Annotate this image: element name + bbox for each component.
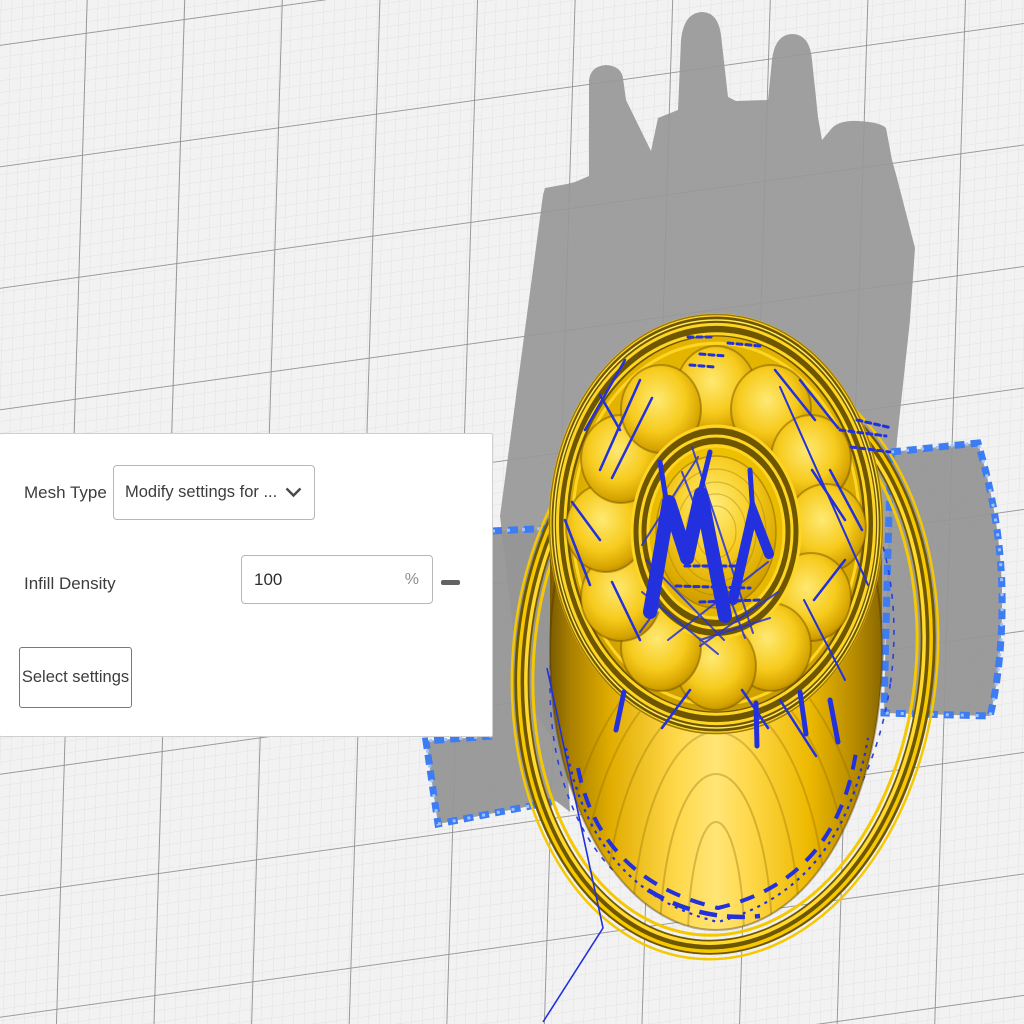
infill-density-label: Infill Density	[24, 574, 116, 594]
infill-density-value: 100	[242, 570, 405, 590]
infill-density-unit: %	[405, 571, 432, 589]
chevron-down-icon	[285, 487, 302, 498]
mesh-type-label: Mesh Type	[24, 483, 107, 503]
3d-viewport[interactable]: Mesh Type Modify settings for ... Infill…	[0, 0, 1024, 1024]
mesh-type-value: Modify settings for ...	[114, 483, 281, 502]
remove-setting-button[interactable]	[437, 569, 463, 595]
per-model-settings-panel: Mesh Type Modify settings for ... Infill…	[0, 433, 493, 737]
minus-icon	[441, 580, 460, 585]
top-surface	[550, 315, 883, 734]
infill-density-field[interactable]: 100 %	[241, 555, 433, 604]
mesh-type-dropdown[interactable]: Modify settings for ...	[113, 465, 315, 520]
select-settings-button[interactable]: Select settings	[19, 647, 132, 708]
